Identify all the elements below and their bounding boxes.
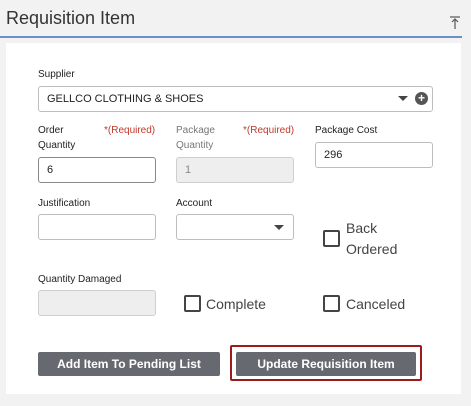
justification-input[interactable] (38, 214, 156, 240)
order-quantity-label-line2: Quantity (38, 140, 76, 151)
add-item-to-pending-list-button[interactable]: Add Item To Pending List (38, 352, 220, 376)
package-quantity-label-line2: Quantity (176, 140, 214, 151)
package-cost-value: 296 (324, 149, 343, 161)
package-quantity-label-line1: Package (176, 125, 215, 136)
back-ordered-label-line2: Ordered (346, 241, 398, 257)
package-quantity-input: 1 (176, 157, 294, 183)
account-dropdown-icon[interactable] (274, 225, 284, 230)
requisition-item-panel: Requisition Item Supplier GELLCO CLOTHIN… (0, 0, 471, 406)
complete-checkbox[interactable] (184, 295, 201, 312)
supplier-value: GELLCO CLOTHING & SHOES (47, 93, 204, 105)
package-quantity-value: 1 (185, 164, 192, 176)
supplier-label: Supplier (38, 69, 75, 80)
order-quantity-required: *(Required) (104, 125, 156, 136)
canceled-checkbox[interactable] (323, 295, 340, 312)
update-requisition-item-button[interactable]: Update Requisition Item (236, 352, 416, 376)
order-quantity-value: 6 (47, 164, 54, 176)
package-cost-label: Package Cost (315, 125, 378, 136)
order-quantity-label-line1: Order (38, 125, 64, 136)
collapse-icon[interactable] (450, 16, 460, 30)
supplier-dropdown-icon[interactable] (398, 96, 408, 101)
add-supplier-icon[interactable]: + (415, 92, 428, 105)
quantity-damaged-label: Quantity Damaged (38, 274, 122, 285)
supplier-select[interactable]: GELLCO CLOTHING & SHOES (38, 86, 433, 112)
back-ordered-label-line1: Back (346, 220, 378, 236)
back-ordered-checkbox[interactable] (323, 230, 340, 247)
account-label: Account (176, 198, 213, 209)
package-quantity-required: *(Required) (243, 125, 295, 136)
page-title: Requisition Item (6, 8, 136, 28)
justification-label: Justification (38, 198, 91, 209)
complete-label: Complete (206, 296, 266, 312)
order-quantity-input[interactable]: 6 (38, 157, 156, 183)
package-cost-input[interactable]: 296 (315, 142, 433, 168)
quantity-damaged-input (38, 290, 156, 316)
requisition-form: Supplier GELLCO CLOTHING & SHOES + Order… (6, 43, 461, 394)
panel-header: Requisition Item (0, 0, 462, 38)
canceled-label: Canceled (346, 296, 406, 312)
